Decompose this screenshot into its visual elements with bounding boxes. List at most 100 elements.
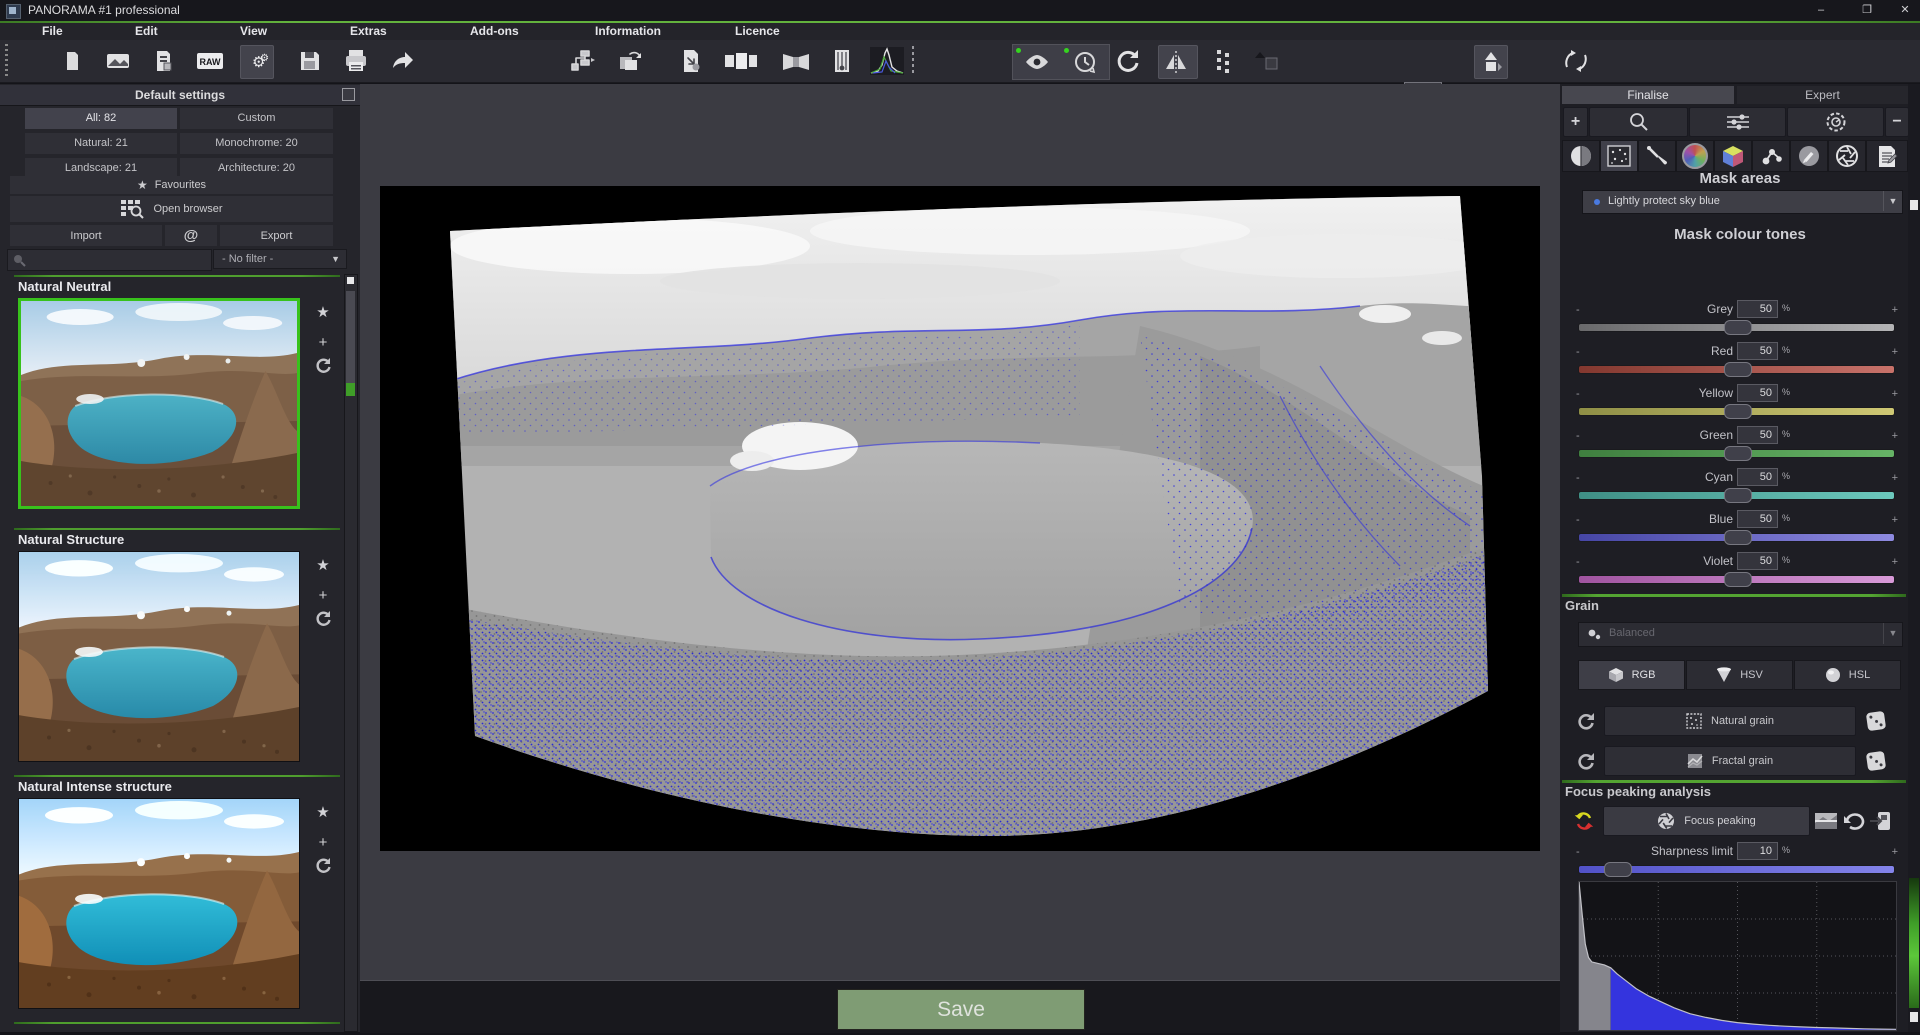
export-result-icon[interactable]	[1868, 809, 1892, 833]
rgb-cube-icon[interactable]	[1714, 140, 1752, 172]
slider-plus[interactable]: +	[1892, 388, 1898, 400]
slider-minus[interactable]: -	[1576, 472, 1580, 484]
adjustments-button[interactable]	[1689, 107, 1786, 137]
slider-handle[interactable]	[1724, 530, 1752, 545]
focus-peaking-button[interactable]: Focus peaking	[1603, 806, 1810, 836]
sharpness-value-input[interactable]: 10	[1737, 842, 1778, 860]
refresh-fractal-grain-icon[interactable]	[1574, 749, 1598, 773]
scrollbar-top-button[interactable]	[347, 277, 354, 284]
slider-handle[interactable]	[1724, 446, 1752, 461]
preset-thumbnail-natural-intense-structure[interactable]	[18, 798, 300, 1009]
slider-track-grey[interactable]	[1578, 323, 1895, 332]
mode-hsl-button[interactable]: HSL	[1794, 660, 1901, 690]
add-plus-icon[interactable]: +	[312, 834, 334, 856]
search-button[interactable]	[1589, 107, 1688, 137]
slider-plus[interactable]: +	[1892, 346, 1898, 358]
slider-minus[interactable]: -	[1576, 346, 1580, 358]
print-button[interactable]	[340, 45, 372, 77]
mirror-flip-button[interactable]	[1158, 45, 1198, 79]
slider-minus[interactable]: -	[1576, 846, 1580, 858]
histogram-curve-button[interactable]	[868, 45, 906, 77]
open-image-button[interactable]	[102, 45, 134, 77]
save-button-toolbar[interactable]	[294, 45, 326, 77]
category-natural[interactable]: Natural: 21	[25, 133, 177, 154]
slider-minus[interactable]: -	[1576, 304, 1580, 316]
slider-value-input[interactable]: 50	[1737, 300, 1778, 318]
peaking-image-icon[interactable]	[1814, 809, 1838, 833]
report-document-icon[interactable]	[1866, 140, 1908, 172]
preset-list-scrollbar[interactable]	[344, 274, 358, 1032]
slider-value-input[interactable]: 50	[1737, 552, 1778, 570]
node-link-icon[interactable]	[1752, 140, 1790, 172]
detach-panel-icon[interactable]	[342, 88, 355, 101]
slider-handle[interactable]	[1724, 404, 1752, 419]
slider-value-input[interactable]: 50	[1737, 384, 1778, 402]
favourites-button[interactable]: ★ Favourites	[10, 176, 333, 194]
category-custom[interactable]: Custom	[180, 108, 333, 129]
preset-thumbnail-natural-neutral[interactable]	[18, 298, 300, 509]
raw-import-button[interactable]: RAW	[194, 45, 226, 77]
slider-handle[interactable]	[1724, 488, 1752, 503]
preset-search-input[interactable]	[7, 249, 212, 271]
menu-extras[interactable]: Extras	[350, 24, 387, 39]
scrollbar-thumb-green[interactable]	[1909, 878, 1919, 1008]
menu-file[interactable]: File	[42, 24, 63, 39]
realtime-calc-button[interactable]	[1061, 45, 1109, 79]
aperture-icon[interactable]	[1828, 140, 1866, 172]
mode-rgb-button[interactable]: RGB	[1578, 660, 1685, 690]
menu-licence[interactable]: Licence	[735, 24, 780, 39]
refresh-natural-grain-icon[interactable]	[1574, 709, 1598, 733]
save-button[interactable]: Save	[837, 989, 1085, 1030]
scrollbar-thumb[interactable]	[346, 291, 355, 383]
menu-information[interactable]: Information	[595, 24, 661, 39]
scrollbar-bottom-button[interactable]	[1910, 1012, 1918, 1022]
fit-view-button[interactable]	[1474, 45, 1508, 79]
sharpness-slider-track[interactable]	[1578, 865, 1895, 874]
category-monochrome[interactable]: Monochrome: 20	[180, 133, 333, 154]
tab-finalise[interactable]: Finalise	[1562, 86, 1734, 104]
rotate-images-button[interactable]	[614, 45, 646, 77]
sharpness-slider-handle[interactable]	[1604, 862, 1632, 877]
panorama-preview-image[interactable]	[380, 186, 1540, 851]
add-plus-icon[interactable]: +	[312, 334, 334, 356]
slider-track-yellow[interactable]	[1578, 407, 1895, 416]
natural-grain-button[interactable]: Natural grain	[1604, 706, 1856, 736]
add-plus-icon[interactable]: +	[312, 587, 334, 609]
email-share-button[interactable]: @	[165, 225, 217, 246]
minimize-button[interactable]: –	[1798, 0, 1844, 21]
tools-panel-scrollbar[interactable]	[1908, 84, 1920, 1032]
refresh-arrows-icon[interactable]	[312, 856, 334, 878]
layout-dots-button[interactable]	[1208, 45, 1240, 77]
document-transfer-button[interactable]	[676, 45, 708, 77]
settings-button[interactable]	[1787, 107, 1884, 137]
slider-minus[interactable]: -	[1576, 388, 1580, 400]
favourite-star-icon[interactable]: ★	[312, 556, 334, 578]
draw-mask-icon[interactable]	[1790, 140, 1828, 172]
natural-grain-dice-icon[interactable]	[1864, 709, 1888, 733]
favourite-star-icon[interactable]: ★	[312, 303, 334, 325]
slider-plus[interactable]: +	[1892, 430, 1898, 442]
category-all[interactable]: All: 82	[25, 108, 177, 129]
panorama-frames-button[interactable]	[722, 45, 760, 77]
close-button[interactable]: ✕	[1890, 0, 1920, 21]
maximize-button[interactable]: ❐	[1844, 0, 1890, 21]
open-browser-button[interactable]: Open browser	[10, 196, 333, 222]
slider-minus[interactable]: -	[1576, 514, 1580, 526]
grain-icon[interactable]	[1600, 140, 1638, 172]
slider-handle[interactable]	[1724, 572, 1752, 587]
chevron-down-icon[interactable]: ▼	[1883, 191, 1902, 211]
slider-value-input[interactable]: 50	[1737, 342, 1778, 360]
undo-arrow-icon[interactable]	[1842, 809, 1866, 833]
slider-track-cyan[interactable]	[1578, 491, 1895, 500]
compare-view-button[interactable]	[1250, 45, 1282, 77]
slider-track-green[interactable]	[1578, 449, 1895, 458]
slider-value-input[interactable]: 50	[1737, 426, 1778, 444]
before-after-icon[interactable]	[1562, 140, 1600, 172]
slider-minus[interactable]: -	[1576, 430, 1580, 442]
menu-addons[interactable]: Add-ons	[470, 24, 519, 39]
slider-plus[interactable]: +	[1892, 514, 1898, 526]
preset-filter-select[interactable]: - No filter - ▼	[213, 249, 347, 269]
fractal-grain-dice-icon[interactable]	[1864, 749, 1888, 773]
slider-plus[interactable]: +	[1892, 472, 1898, 484]
auto-refresh-colour-icon[interactable]	[1572, 809, 1596, 833]
